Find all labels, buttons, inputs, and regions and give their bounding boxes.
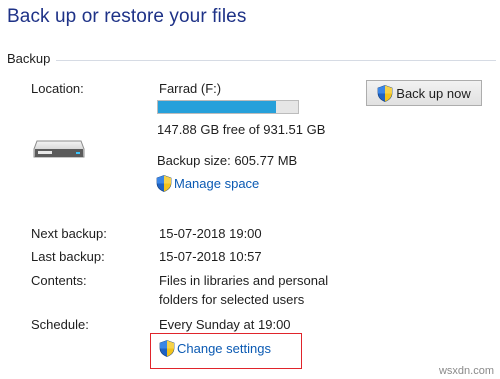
page-title: Back up or restore your files (7, 6, 247, 27)
backup-size-text: Backup size: 605.77 MB (157, 153, 298, 168)
free-space-text: 147.88 GB free of 931.51 GB (157, 122, 326, 137)
contents-value-line2: folders for selected users (159, 292, 305, 307)
manage-space-label: Manage space (174, 176, 260, 191)
location-label: Location: (31, 81, 84, 96)
next-backup-value: 15-07-2018 19:00 (159, 226, 262, 241)
schedule-value: Every Sunday at 19:00 (159, 317, 291, 332)
watermark: wsxdn.com (438, 365, 494, 377)
contents-value-line1: Files in libraries and personal (159, 273, 329, 288)
manage-space-link[interactable]: Manage space (156, 175, 259, 192)
contents-label: Contents: (31, 273, 87, 288)
section-divider (56, 60, 496, 61)
drive-usage-bar (157, 100, 299, 114)
change-settings-link[interactable]: Change settings (159, 340, 271, 357)
next-backup-label: Next backup: (31, 226, 107, 241)
change-settings-label: Change settings (177, 341, 271, 356)
section-label-backup: Backup (7, 51, 51, 66)
last-backup-value: 15-07-2018 10:57 (159, 249, 262, 264)
drive-icon (33, 140, 85, 158)
uac-shield-icon (377, 84, 393, 102)
uac-shield-icon (159, 340, 175, 357)
location-value: Farrad (F:) (159, 81, 222, 96)
back-up-now-label: Back up now (396, 85, 471, 101)
drive-usage-fill (158, 101, 276, 113)
schedule-label: Schedule: (31, 317, 89, 332)
last-backup-label: Last backup: (31, 249, 105, 264)
back-up-now-button[interactable]: Back up now (366, 80, 482, 106)
uac-shield-icon (156, 175, 172, 192)
